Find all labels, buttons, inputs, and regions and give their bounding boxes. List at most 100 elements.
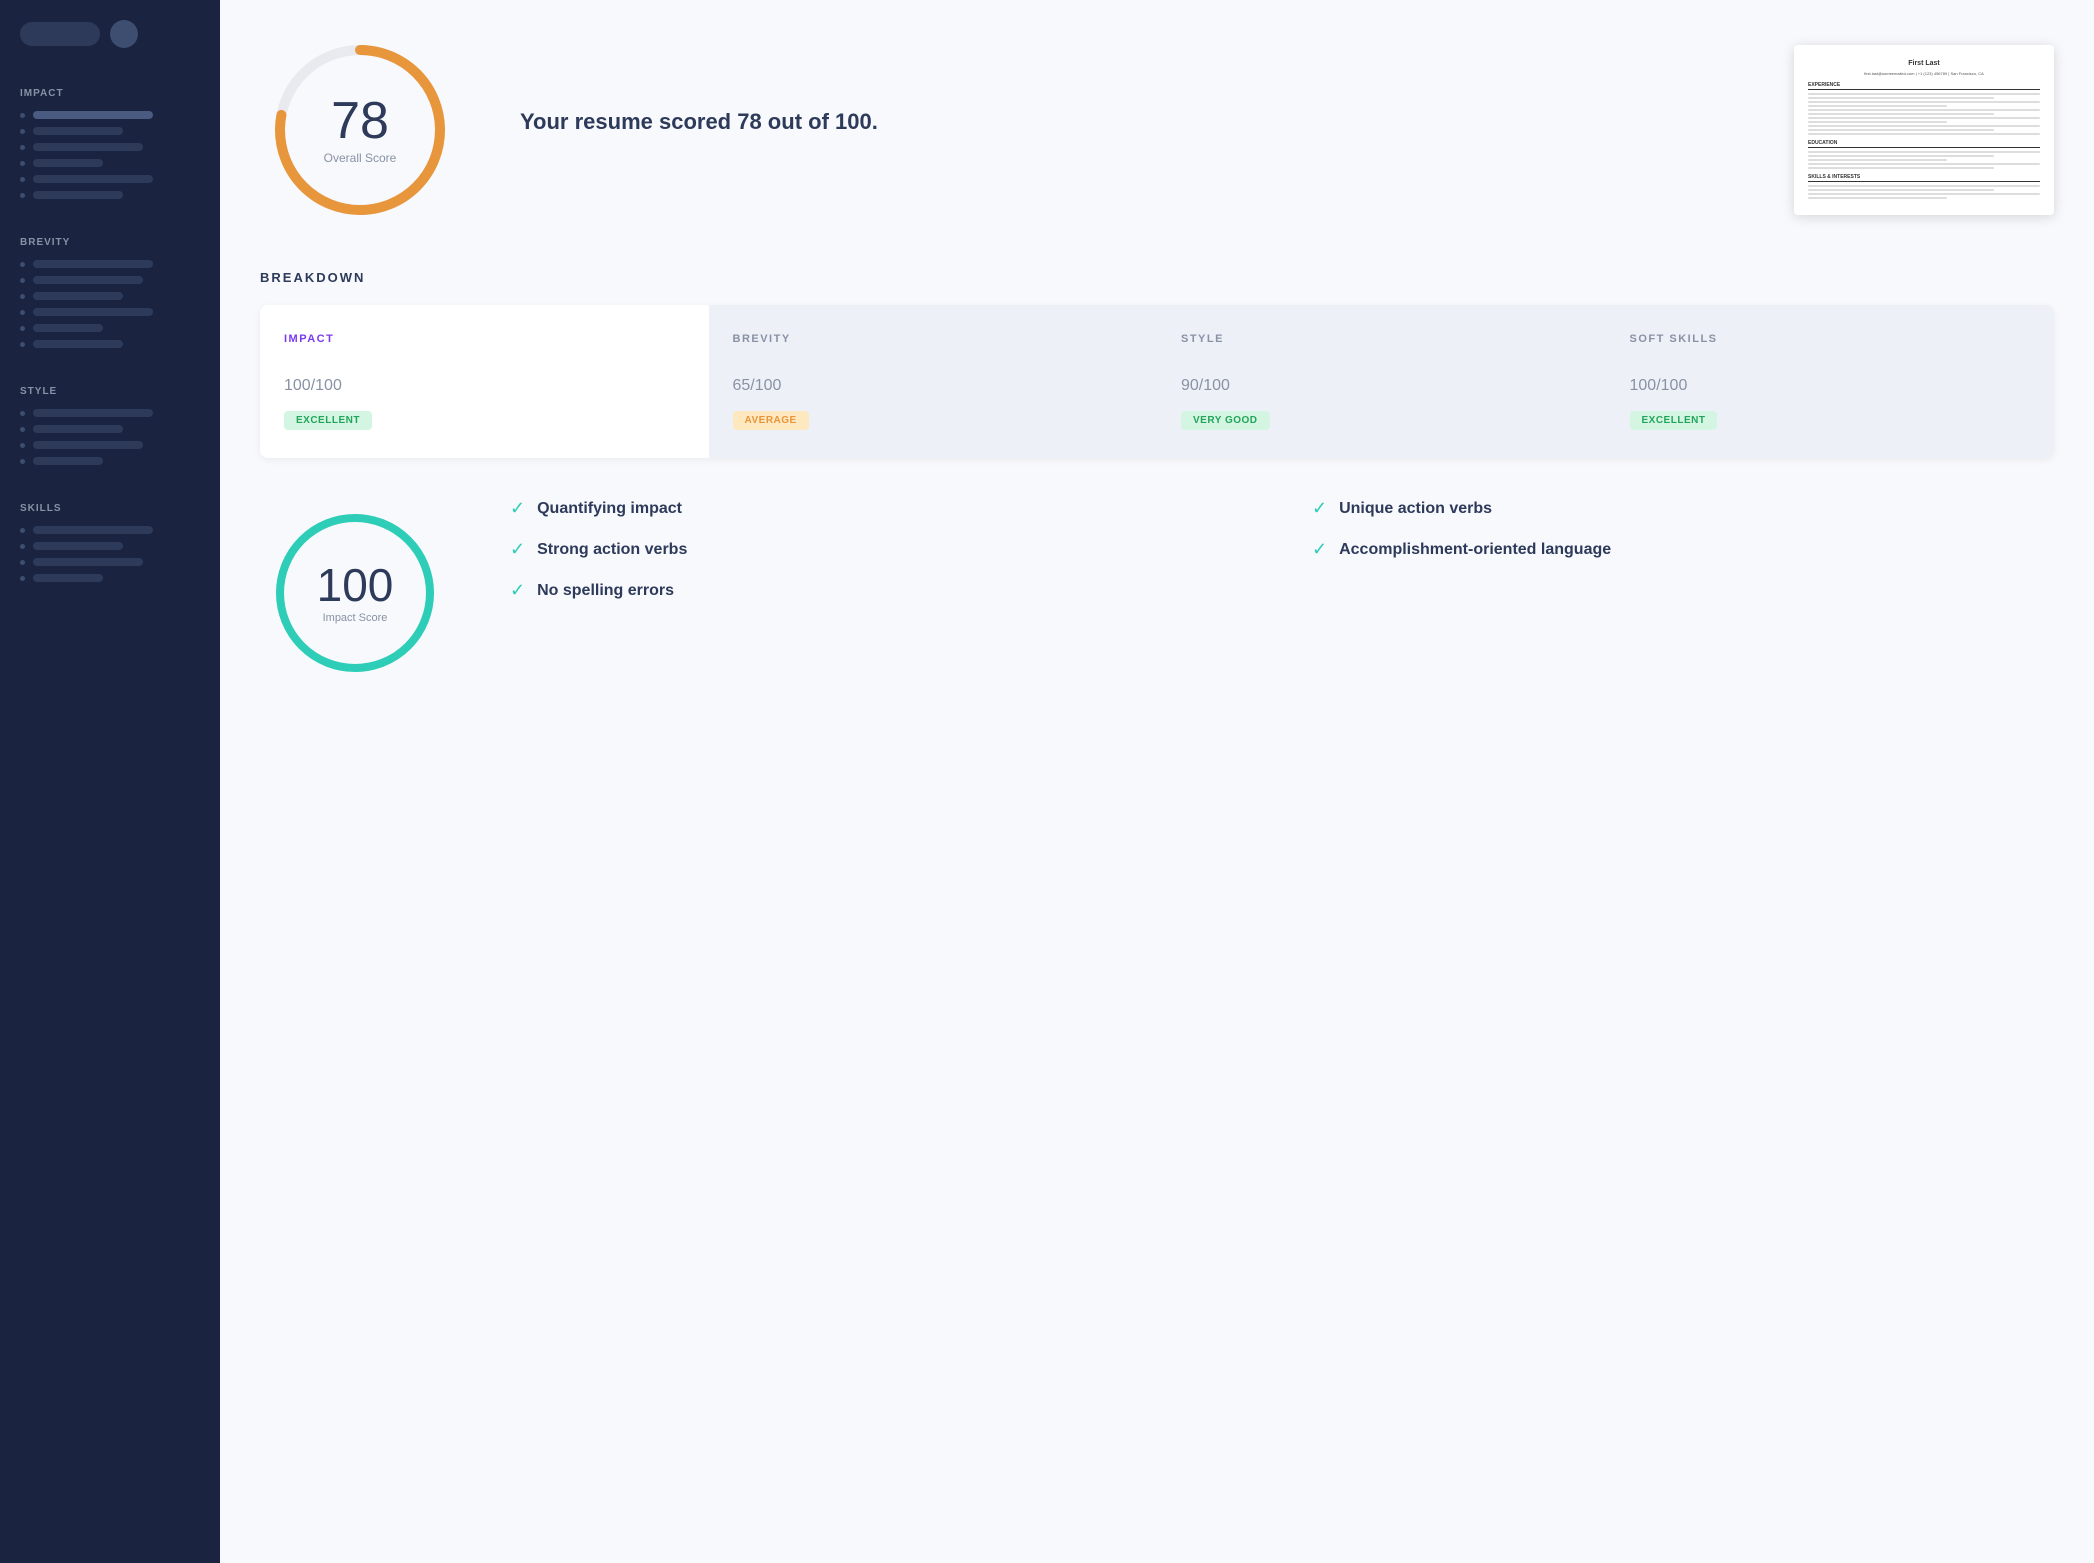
sidebar-bar bbox=[33, 409, 153, 417]
sidebar-item[interactable] bbox=[20, 292, 200, 300]
check-text-accomplishment: Accomplishment-oriented language bbox=[1339, 541, 1611, 559]
breakdown-score-soft-skills: 100/100 bbox=[1630, 361, 2031, 398]
main-content: 78 Overall Score Your resume scored 78 o… bbox=[220, 0, 2094, 1563]
sidebar-item[interactable] bbox=[20, 175, 200, 183]
breakdown-score-impact: 100/100 bbox=[284, 361, 685, 398]
resume-line bbox=[1808, 121, 1947, 123]
sidebar-item[interactable] bbox=[20, 324, 200, 332]
breakdown-col-style[interactable]: STYLE 90/100 VERY GOOD bbox=[1157, 305, 1606, 458]
sidebar-item[interactable] bbox=[20, 542, 200, 550]
resume-line bbox=[1808, 197, 1947, 199]
resume-section-skills: SKILLS & INTERESTS bbox=[1808, 174, 2040, 182]
score-section: 78 Overall Score Your resume scored 78 o… bbox=[260, 30, 2054, 230]
resume-line bbox=[1808, 185, 2040, 187]
sidebar-section-title-impact: IMPACT bbox=[20, 88, 200, 99]
sidebar-item[interactable] bbox=[20, 191, 200, 199]
impact-text-overlay: 100 Impact Score bbox=[317, 562, 394, 624]
sidebar-dot bbox=[20, 294, 25, 299]
resume-line bbox=[1808, 155, 1994, 157]
sidebar-dot bbox=[20, 342, 25, 347]
sidebar-item[interactable] bbox=[20, 260, 200, 268]
resume-line bbox=[1808, 97, 1994, 99]
resume-line bbox=[1808, 93, 2040, 95]
sidebar-dot bbox=[20, 262, 25, 267]
sidebar-bar bbox=[33, 292, 123, 300]
sidebar-bar bbox=[33, 526, 153, 534]
resume-name: First Last bbox=[1808, 59, 2040, 69]
sidebar-section-title-style: STYLE bbox=[20, 386, 200, 397]
sidebar-dot bbox=[20, 326, 25, 331]
resume-line bbox=[1808, 101, 2040, 103]
sidebar-item[interactable] bbox=[20, 143, 200, 151]
sidebar-section-impact: IMPACT bbox=[0, 68, 220, 217]
sidebar-dot bbox=[20, 528, 25, 533]
check-item-unique-verbs: ✓ Unique action verbs bbox=[1312, 498, 2054, 519]
sidebar-item[interactable] bbox=[20, 441, 200, 449]
overall-score-circle: 78 Overall Score bbox=[260, 30, 460, 230]
resume-line bbox=[1808, 125, 2040, 127]
check-item-strong-verbs: ✓ Strong action verbs bbox=[510, 539, 1252, 560]
sidebar-bar bbox=[33, 175, 153, 183]
sidebar-bar bbox=[33, 191, 123, 199]
sidebar-item[interactable] bbox=[20, 111, 200, 119]
breakdown-badge-brevity: AVERAGE bbox=[733, 411, 809, 430]
breakdown-badge-soft-skills: EXCELLENT bbox=[1630, 411, 1718, 430]
breakdown-col-title-brevity: BREVITY bbox=[733, 333, 1134, 345]
score-info: Your resume scored 78 out of 100. bbox=[520, 109, 1734, 151]
sidebar-bar bbox=[33, 558, 143, 566]
sidebar-item[interactable] bbox=[20, 425, 200, 433]
breakdown-score-brevity: 65/100 bbox=[733, 361, 1134, 398]
check-text-spelling: No spelling errors bbox=[537, 582, 674, 600]
sidebar-dot bbox=[20, 129, 25, 134]
check-icon-quantifying: ✓ bbox=[510, 498, 525, 519]
sidebar-bar bbox=[33, 143, 143, 151]
resume-line bbox=[1808, 167, 1994, 169]
sidebar-bar bbox=[33, 159, 103, 167]
sidebar-item[interactable] bbox=[20, 159, 200, 167]
sidebar-item[interactable] bbox=[20, 409, 200, 417]
sidebar-item[interactable] bbox=[20, 526, 200, 534]
sidebar-dot bbox=[20, 459, 25, 464]
sidebar-item[interactable] bbox=[20, 558, 200, 566]
breakdown-col-soft-skills[interactable]: SOFT SKILLS 100/100 EXCELLENT bbox=[1606, 305, 2055, 458]
sidebar-item[interactable] bbox=[20, 457, 200, 465]
resume-preview[interactable]: First Last first.last@someemailed.com | … bbox=[1794, 45, 2054, 215]
check-item-accomplishment: ✓ Accomplishment-oriented language bbox=[1312, 539, 2054, 560]
breakdown-table: IMPACT 100/100 EXCELLENT BREVITY 65/100 … bbox=[260, 305, 2054, 458]
resume-line bbox=[1808, 189, 1994, 191]
sidebar-dot bbox=[20, 161, 25, 166]
sidebar-bar bbox=[33, 425, 123, 433]
sidebar-dot bbox=[20, 145, 25, 150]
breakdown-badge-style: VERY GOOD bbox=[1181, 411, 1270, 430]
impact-detail-section: 100 Impact Score ✓ Quantifying impact ✓ … bbox=[260, 498, 2054, 688]
score-text-overlay: 78 Overall Score bbox=[324, 95, 397, 165]
resume-contact: first.last@someemailed.com | +1 (123) 45… bbox=[1808, 71, 2040, 77]
resume-line bbox=[1808, 159, 1947, 161]
sidebar-dot bbox=[20, 576, 25, 581]
impact-score-label: Impact Score bbox=[317, 612, 394, 624]
resume-section-experience: EXPERIENCE bbox=[1808, 82, 2040, 90]
sidebar-dot bbox=[20, 310, 25, 315]
sidebar-bar bbox=[33, 340, 123, 348]
sidebar-bar bbox=[33, 276, 143, 284]
breakdown-col-brevity[interactable]: BREVITY 65/100 AVERAGE bbox=[709, 305, 1158, 458]
sidebar-item[interactable] bbox=[20, 574, 200, 582]
sidebar-dot bbox=[20, 177, 25, 182]
breakdown-col-impact[interactable]: IMPACT 100/100 EXCELLENT bbox=[260, 305, 709, 458]
sidebar-item[interactable] bbox=[20, 276, 200, 284]
sidebar-item[interactable] bbox=[20, 340, 200, 348]
impact-score-number: 100 bbox=[317, 562, 394, 608]
sidebar-section-skills: SKILLS bbox=[0, 483, 220, 600]
sidebar-item[interactable] bbox=[20, 127, 200, 135]
breakdown-badge-impact: EXCELLENT bbox=[284, 411, 372, 430]
sidebar-bar bbox=[33, 308, 153, 316]
resume-section-education: EDUCATION bbox=[1808, 140, 2040, 148]
resume-line bbox=[1808, 129, 1994, 131]
sidebar-avatar[interactable] bbox=[110, 20, 138, 48]
sidebar-dot bbox=[20, 443, 25, 448]
check-item-quantifying: ✓ Quantifying impact bbox=[510, 498, 1252, 519]
sidebar-item[interactable] bbox=[20, 308, 200, 316]
sidebar-bar bbox=[33, 542, 123, 550]
resume-line bbox=[1808, 133, 2040, 135]
resume-line bbox=[1808, 117, 2040, 119]
